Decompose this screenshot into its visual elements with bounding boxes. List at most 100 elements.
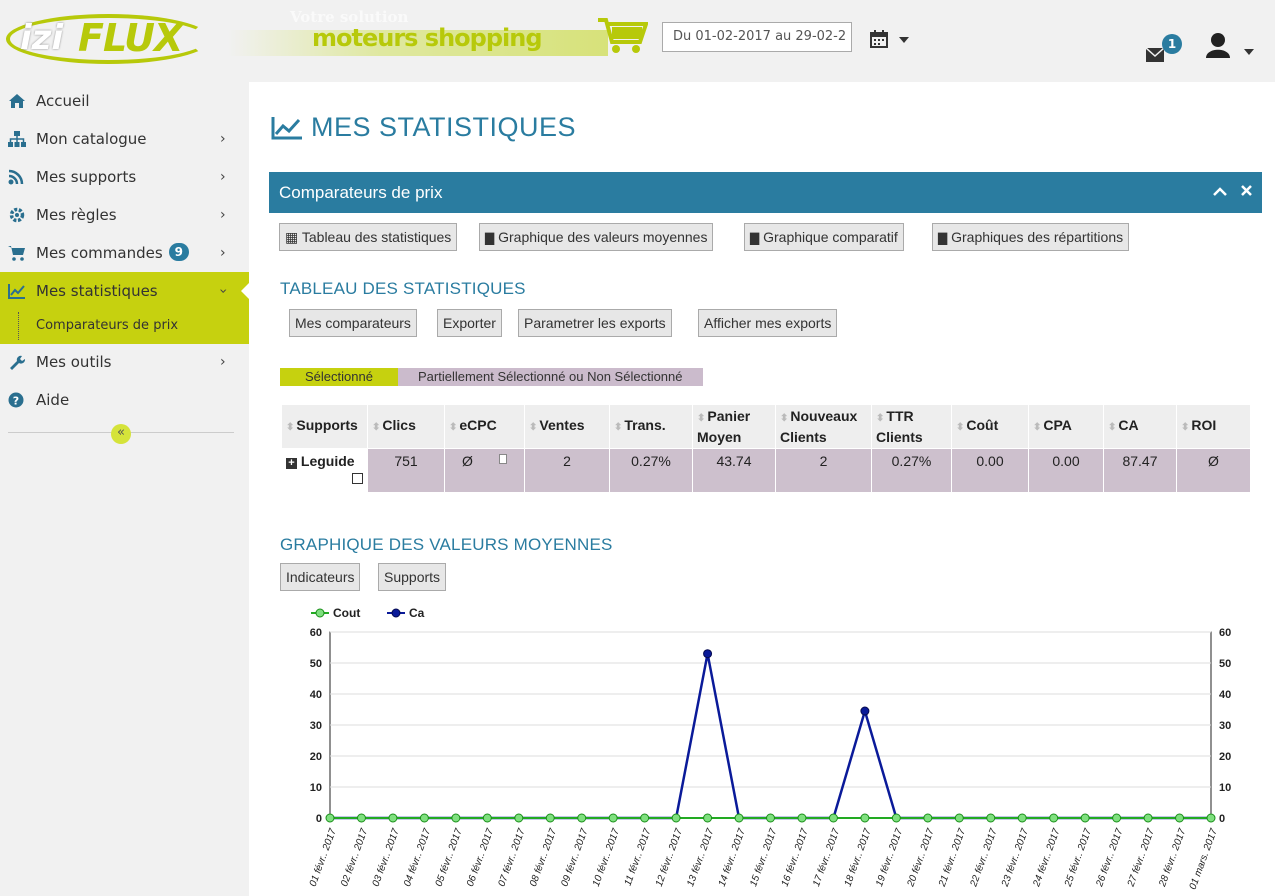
button-label: Graphique des valeurs moyennes	[498, 229, 708, 245]
top-header: izi FLUX Votre solution moteurs shopping…	[0, 0, 1275, 82]
column-header-ca[interactable]: ⬍ CA	[1103, 404, 1177, 449]
expand-plus-icon[interactable]: +	[286, 458, 297, 469]
column-header-roi[interactable]: ⬍ ROI	[1176, 404, 1251, 449]
gear-icon	[9, 207, 25, 223]
sidebar-item-catalogue[interactable]: Mon catalogue ›	[0, 120, 249, 158]
panel-title: Comparateurs de prix	[279, 183, 443, 202]
cell-ecpc: Ø	[444, 448, 525, 493]
table-row: + Leguide 751 Ø 2 0.27% 43.74 2 0.27% 0.…	[281, 448, 1251, 493]
x-tick-label: 27 févr.. 2017	[1125, 827, 1157, 889]
x-tick-label: 11 févr.. 2017	[623, 827, 654, 888]
iziflux-logo[interactable]: izi FLUX	[6, 6, 221, 64]
x-tick-label: 17 févr.. 2017	[811, 827, 842, 888]
supports-button[interactable]: Supports	[378, 563, 447, 591]
close-icon[interactable]	[1241, 185, 1252, 196]
sidebar-item-label: Mes commandes 9	[36, 234, 190, 272]
button-label: Graphiques des répartitions	[951, 229, 1124, 245]
y-tick-label-right: 0	[1219, 813, 1225, 825]
data-point-cout	[1049, 813, 1059, 823]
caret-down-icon	[1244, 49, 1254, 55]
y-tick-label-left: 10	[310, 782, 322, 794]
caret-down-icon	[899, 37, 909, 43]
support-name[interactable]: Leguide	[301, 453, 355, 469]
x-tick-label: 19 févr.. 2017	[874, 827, 905, 888]
cell-ca: 87.47	[1103, 448, 1177, 493]
data-point-cout	[797, 813, 807, 823]
bar-chart-icon: ▇	[485, 231, 495, 245]
sidebar-item-regles[interactable]: Mes règles ›	[0, 196, 249, 234]
logo-flux-text: FLUX	[78, 16, 183, 60]
question-icon: ?	[8, 392, 24, 408]
column-header-ttr-clients[interactable]: ⬍ TTR Clients	[871, 404, 952, 449]
sidebar-item-statistiques[interactable]: Mes statistiques ›	[0, 272, 250, 310]
sidebar-item-label-text: Mes commandes	[36, 244, 163, 262]
y-tick-label-left: 0	[316, 813, 322, 825]
cart-icon	[8, 246, 25, 261]
show-exports-button[interactable]: Afficher mes exports	[698, 309, 838, 337]
sidebar-item-outils[interactable]: Mes outils ›	[0, 343, 249, 381]
svg-text:?: ?	[13, 395, 19, 408]
sidebar-item-label: Mes règles	[36, 206, 117, 224]
date-range-input[interactable]: Du 01-02-2017 au 29-02-2	[662, 22, 852, 52]
sidebar-item-aide[interactable]: ? Aide	[0, 381, 249, 419]
data-point-cout	[766, 813, 775, 823]
configure-exports-button[interactable]: Parametrer les exports	[518, 309, 672, 337]
data-point-cout	[482, 813, 492, 823]
view-average-chart-button[interactable]: ▇ Graphique des valeurs moyennes	[479, 223, 714, 251]
indicators-button[interactable]: Indicateurs	[280, 563, 361, 591]
panel-tools	[1212, 172, 1252, 213]
x-tick-label: 23 févr.. 2017	[1000, 827, 1032, 889]
data-point-cout	[1143, 813, 1153, 823]
x-tick-label: 18 févr.. 2017	[843, 827, 874, 888]
data-point-cout	[1017, 813, 1027, 823]
view-distribution-charts-button[interactable]: ▇ Graphiques des répartitions	[932, 223, 1130, 251]
messages-button[interactable]: 1	[1146, 34, 1186, 66]
data-point-cout	[1080, 813, 1090, 823]
column-header-cout[interactable]: ⬍ Coût	[951, 404, 1029, 449]
column-header-supports[interactable]: ⬍ Supports	[281, 404, 368, 449]
sitemap-icon	[8, 131, 26, 147]
column-header-clics[interactable]: ⬍ Clics	[367, 404, 445, 449]
sidebar-item-label: Aide	[36, 391, 70, 409]
sidebar-subitem-comparateurs[interactable]: Comparateurs de prix	[0, 308, 249, 344]
calendar-dropdown[interactable]	[870, 30, 912, 50]
column-header-nouveaux-clients[interactable]: ⬍ Nouveaux Clients	[775, 404, 872, 449]
data-point-cout	[703, 813, 713, 823]
chevron-down-icon: ›	[214, 288, 231, 294]
view-comparative-chart-button[interactable]: ▇ Graphique comparatif	[744, 223, 904, 251]
sidebar-collapse-button[interactable]: «	[111, 424, 131, 444]
sidebar-item-supports[interactable]: Mes supports ›	[0, 158, 249, 196]
column-header-panier-moyen[interactable]: ⬍ Panier Moyen	[692, 404, 776, 449]
export-button[interactable]: Exporter	[437, 309, 502, 337]
document-icon[interactable]	[498, 454, 507, 464]
table-section-title: TABLEAU DES STATISTIQUES	[280, 279, 526, 298]
sidebar-item-commandes[interactable]: Mes commandes 9 ›	[0, 234, 249, 272]
sort-icon: ⬍	[529, 422, 538, 433]
sidebar-item-accueil[interactable]: Accueil	[0, 82, 249, 120]
user-menu[interactable]	[1206, 32, 1262, 64]
statistics-table: ⬍ Supports ⬍ Clics ⬍ eCPC ⬍ Ventes ⬍ Trans. ⬍…	[281, 404, 1251, 493]
view-table-button[interactable]: ▦ Tableau des statistiques	[279, 223, 458, 251]
sort-icon: ⬍	[697, 413, 706, 424]
y-tick-label-right: 40	[1219, 689, 1231, 701]
column-header-trans[interactable]: ⬍ Trans.	[609, 404, 693, 449]
bar-chart-icon: ▇	[938, 231, 948, 245]
chevron-up-icon[interactable]	[1212, 186, 1227, 196]
data-point-cout	[356, 813, 366, 823]
column-header-ecpc[interactable]: ⬍ eCPC	[444, 404, 525, 449]
data-point-cout	[1175, 813, 1185, 823]
tree-guide-line	[18, 312, 19, 340]
column-header-cpa[interactable]: ⬍ CPA	[1028, 404, 1104, 449]
x-tick-label: 01 févr.. 2017	[308, 827, 339, 888]
data-point-cout	[1206, 813, 1216, 823]
x-tick-label: 10 févr.. 2017	[591, 827, 622, 888]
sort-icon: ⬍	[372, 422, 381, 433]
cell-roi: Ø	[1176, 448, 1251, 493]
user-icon	[1206, 33, 1230, 58]
row-checkbox[interactable]	[352, 473, 363, 484]
sidebar-subitem-label: Comparateurs de prix	[36, 318, 179, 333]
my-comparators-button[interactable]: Mes comparateurs	[289, 309, 417, 337]
page-title-text: MES STATISTIQUES	[311, 112, 577, 142]
column-header-ventes[interactable]: ⬍ Ventes	[524, 404, 610, 449]
legend-partial: Partiellement Sélectionné ou Non Sélecti…	[398, 368, 703, 386]
